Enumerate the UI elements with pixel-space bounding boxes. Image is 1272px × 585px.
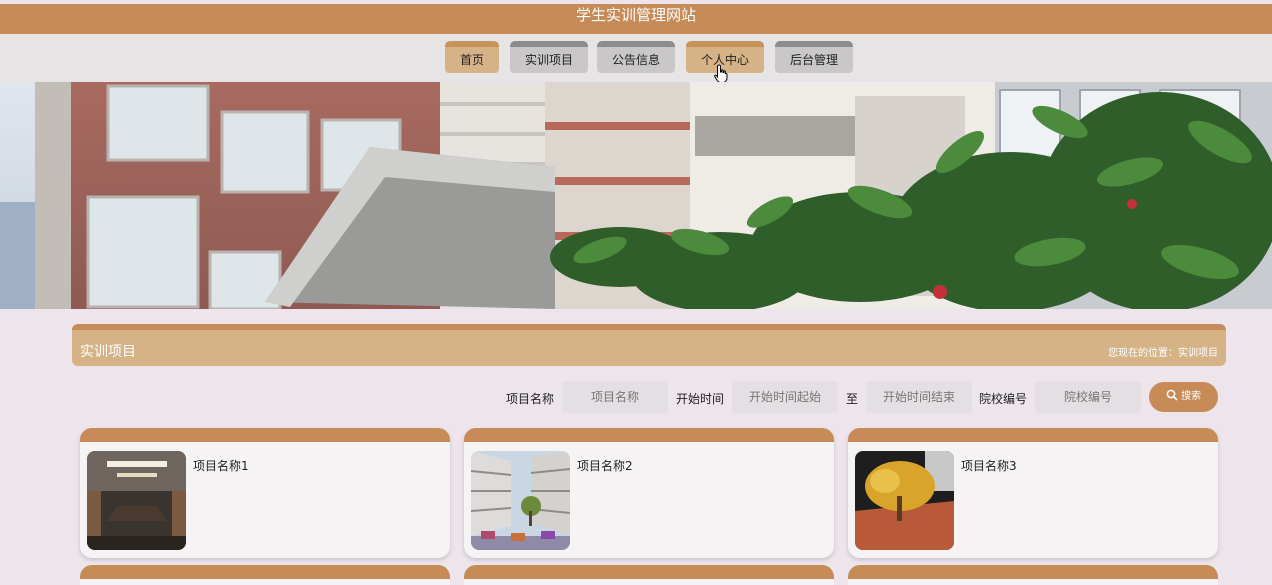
hand-cursor-icon bbox=[714, 64, 728, 83]
school-code-input[interactable] bbox=[1035, 381, 1141, 413]
nav-home[interactable]: 首页 bbox=[445, 41, 499, 73]
project-name-label: 项目名称 bbox=[506, 392, 555, 406]
nav-admin[interactable]: 后台管理 bbox=[775, 41, 853, 73]
project-card[interactable]: 项目名称3 bbox=[848, 428, 1218, 558]
nav-admin-label: 后台管理 bbox=[789, 53, 838, 67]
nav-training-projects[interactable]: 实训项目 bbox=[510, 41, 588, 73]
site-title-bar: 学生实训管理网站 bbox=[0, 4, 1272, 34]
conference-room-image bbox=[87, 451, 186, 550]
range-separator: 至 bbox=[846, 392, 859, 406]
project-card-partial[interactable] bbox=[80, 565, 450, 585]
start-time-from-input[interactable] bbox=[732, 381, 838, 413]
project-name-input[interactable] bbox=[562, 381, 668, 413]
project-title[interactable]: 项目名称2 bbox=[577, 457, 633, 474]
hero-banner bbox=[0, 82, 1272, 309]
search-icon bbox=[1166, 389, 1178, 401]
start-time-label: 开始时间 bbox=[676, 392, 725, 406]
campus-courtyard-image bbox=[471, 451, 570, 550]
section-title: 实训项目 bbox=[80, 344, 136, 360]
start-time-to-input[interactable] bbox=[866, 381, 972, 413]
site-title: 学生实训管理网站 bbox=[575, 6, 696, 24]
project-thumbnail[interactable] bbox=[471, 451, 570, 550]
school-code-label: 院校编号 bbox=[979, 392, 1028, 406]
autumn-tree-image bbox=[855, 451, 954, 550]
project-title[interactable]: 项目名称1 bbox=[193, 457, 249, 474]
main-nav: 首页 实训项目 公告信息 个人中心 后台管理 bbox=[0, 34, 1272, 82]
breadcrumb: 您现在的位置：实训项目 bbox=[1108, 348, 1218, 359]
project-thumbnail[interactable] bbox=[855, 451, 954, 550]
search-button[interactable]: 搜索 bbox=[1149, 382, 1218, 412]
nav-announcements[interactable]: 公告信息 bbox=[597, 41, 675, 73]
project-card-partial[interactable] bbox=[848, 565, 1218, 585]
project-card-partial[interactable] bbox=[464, 565, 834, 585]
project-thumbnail[interactable] bbox=[87, 451, 186, 550]
nav-training-projects-label: 实训项目 bbox=[524, 53, 573, 67]
search-button-label: 搜索 bbox=[1181, 391, 1202, 402]
project-title[interactable]: 项目名称3 bbox=[961, 457, 1017, 474]
project-card[interactable]: 项目名称1 bbox=[80, 428, 450, 558]
project-card[interactable]: 项目名称2 bbox=[464, 428, 834, 558]
nav-home-label: 首页 bbox=[459, 53, 484, 67]
section-header: 实训项目 您现在的位置：实训项目 bbox=[72, 324, 1226, 366]
nav-announcements-label: 公告信息 bbox=[611, 53, 660, 67]
campus-building-banner-image bbox=[0, 82, 1272, 309]
